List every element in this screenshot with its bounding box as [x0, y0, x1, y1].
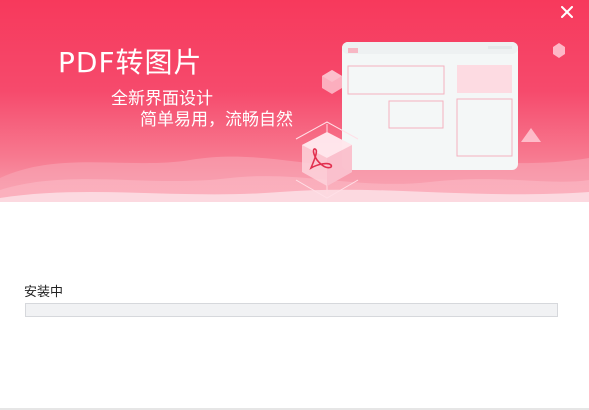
close-icon: [561, 6, 573, 18]
install-progress-bar: [25, 303, 558, 317]
product-title: PDF转图片: [58, 46, 203, 79]
banner-illustration: [0, 42, 589, 202]
install-status-label: 安装中: [24, 285, 64, 300]
small-cube-right: [553, 43, 565, 58]
small-cube-left: [322, 70, 342, 94]
window-mockup: [342, 42, 518, 170]
small-triangle: [521, 128, 541, 142]
tagline-line-2: 简单易用，流畅自然: [140, 110, 293, 130]
hero-banner: PDF转图片 全新界面设计 简单易用，流畅自然: [0, 0, 589, 202]
close-button[interactable]: [553, 0, 581, 24]
installer-window: PDF转图片 全新界面设计 简单易用，流畅自然 安装中: [0, 0, 589, 410]
